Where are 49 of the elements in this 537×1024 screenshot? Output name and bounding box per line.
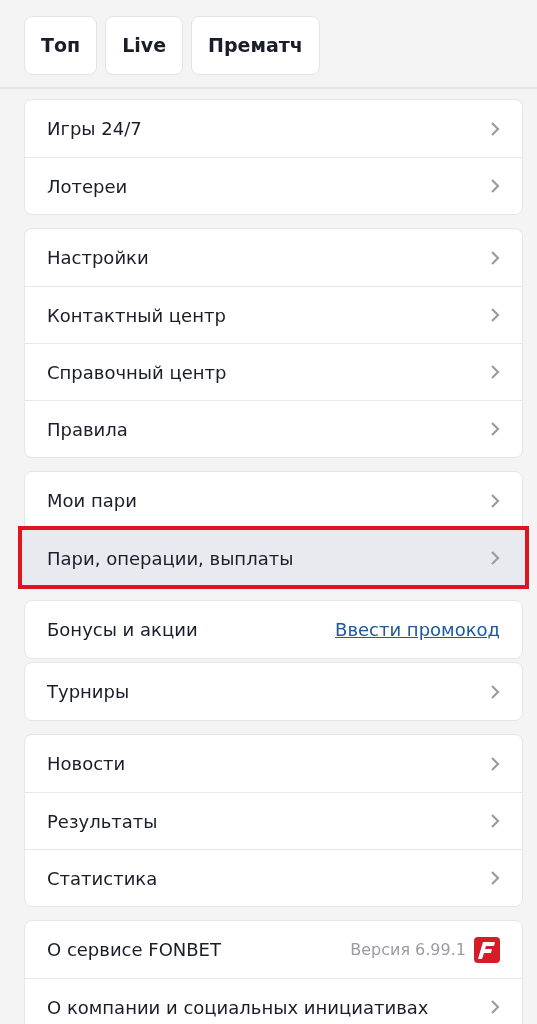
chevron-icon xyxy=(490,550,500,566)
chevron-icon xyxy=(490,813,500,829)
menu-label: Игры 24/7 xyxy=(47,117,142,141)
chevron-icon xyxy=(490,870,500,886)
menu-label: Лотереи xyxy=(47,174,128,199)
menu-label: Пари, операции, выплаты xyxy=(47,546,294,571)
menu-item[interactable]: Игры 24/7 xyxy=(25,100,522,157)
menu-label: Правила xyxy=(47,417,128,442)
tab[interactable]: Live xyxy=(105,16,184,75)
chevron-icon xyxy=(490,307,500,323)
menu-item[interactable]: Статистика xyxy=(25,849,522,906)
menu-item[interactable]: Правила xyxy=(25,400,522,457)
menu-item[interactable]: Новости xyxy=(25,735,522,792)
chevron-icon xyxy=(490,178,500,194)
tab[interactable]: Прематч xyxy=(191,16,320,75)
menu-item[interactable]: Настройки xyxy=(25,229,522,286)
menu-label: Турниры xyxy=(47,680,130,704)
menu-label: Мои пари xyxy=(47,489,137,513)
menu-label: О компании и социальных инициативах xyxy=(47,995,429,1020)
menu-item[interactable]: Результаты xyxy=(25,792,522,849)
menu-label: О сервисе FONBET xyxy=(47,938,221,962)
menu-label: Контактный центр xyxy=(47,303,226,328)
tab[interactable]: Топ xyxy=(24,16,98,75)
menu-label: Результаты xyxy=(47,809,158,834)
menu-item[interactable]: Бонусы и акции Ввести промокод xyxy=(25,601,522,658)
menu-item[interactable]: Справочный центр xyxy=(25,343,522,400)
logo-icon xyxy=(474,936,500,963)
menu-label: Новости xyxy=(47,752,126,776)
chevron-icon xyxy=(490,421,500,437)
menu-item[interactable]: О компании и социальных инициативах xyxy=(25,978,522,1024)
menu-item[interactable]: Пари, операции, выплаты xyxy=(21,529,526,586)
chevron-icon xyxy=(490,683,500,700)
chevron-icon xyxy=(490,120,500,137)
promo-code-link[interactable]: Ввести промокод xyxy=(335,616,500,643)
chevron-icon xyxy=(490,999,500,1015)
menu-item[interactable]: Лотереи xyxy=(25,157,522,214)
menu-item[interactable]: О сервисе FONBET Версия 6.99.1 xyxy=(25,921,522,978)
chevron-icon xyxy=(490,249,500,266)
menu-item[interactable]: Мои пари xyxy=(25,472,522,529)
menu-label: Бонусы и акции xyxy=(47,618,198,642)
chevron-icon xyxy=(490,492,500,509)
menu-label: Статистика xyxy=(47,866,158,891)
menu-label: Справочный центр xyxy=(47,360,227,385)
version-text: Версия 6.99.1 xyxy=(350,938,466,961)
chevron-icon xyxy=(490,364,500,380)
menu-item[interactable]: Турниры xyxy=(25,663,522,720)
menu-item[interactable]: Контактный центр xyxy=(25,286,522,343)
menu-label: Настройки xyxy=(47,246,149,270)
chevron-icon xyxy=(490,755,500,772)
